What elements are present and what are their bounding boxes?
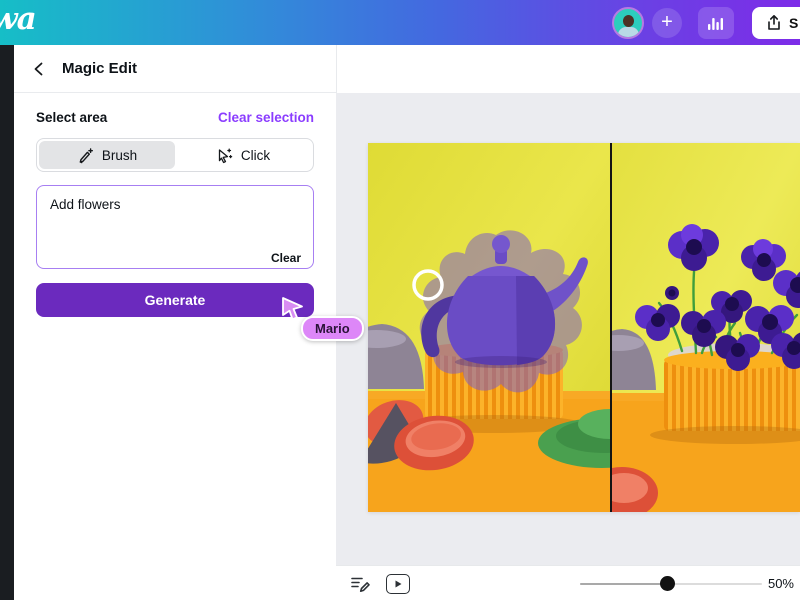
click-cursor-icon [216,147,233,164]
bar-chart-icon [707,15,725,31]
clear-selection-link[interactable]: Clear selection [218,110,314,125]
selection-mode-toggle: Brush Click [36,138,314,172]
collaborator-cursor-icon [281,297,305,321]
avatar[interactable] [612,7,644,39]
panel-header: Magic Edit [14,45,336,93]
back-button[interactable] [32,62,46,76]
collaborator-name-badge: Mario [301,316,364,341]
click-mode-button[interactable]: Click [175,141,311,169]
zoom-level-label: 50% [768,576,794,591]
brush-icon [77,147,94,164]
brush-mode-button[interactable]: Brush [39,141,175,169]
canvas-area[interactable] [336,93,800,565]
after-image-flowers[interactable] [612,143,800,512]
zoom-slider-fill [580,583,667,585]
zoom-slider-thumb[interactable] [660,576,675,591]
prompt-clear-button[interactable]: Clear [271,251,301,265]
collapsed-nav-rail[interactable] [0,45,14,600]
avatar-shirt [618,27,639,39]
present-button[interactable] [386,574,410,594]
click-mode-label: Click [241,148,270,163]
before-image-teapot[interactable] [368,143,610,512]
magic-edit-stage[interactable] [368,143,800,512]
play-icon [393,579,403,589]
canva-logo[interactable]: wa [0,1,36,37]
brush-mode-label: Brush [102,148,137,163]
magic-write-notes-icon [350,574,371,593]
back-chevron-icon [32,62,46,76]
plus-icon: + [661,11,673,34]
add-member-button[interactable]: + [652,8,682,38]
zoom-slider[interactable] [580,566,762,600]
select-area-label: Select area [36,110,107,125]
canvas-bottom-bar: 50% [336,565,800,600]
canvas-top-strip [336,45,800,93]
insights-button[interactable] [698,7,734,39]
panel-title: Magic Edit [62,60,137,77]
share-button-label: S [789,15,798,31]
share-button[interactable]: S [752,7,800,39]
magic-edit-panel: Magic Edit Select area Clear selection B… [14,45,336,600]
avatar-head [623,15,634,27]
notes-button[interactable] [350,574,371,593]
top-navigation-bar: wa + [0,0,800,45]
generate-button[interactable]: Generate [36,283,314,317]
share-upload-icon [766,14,782,31]
